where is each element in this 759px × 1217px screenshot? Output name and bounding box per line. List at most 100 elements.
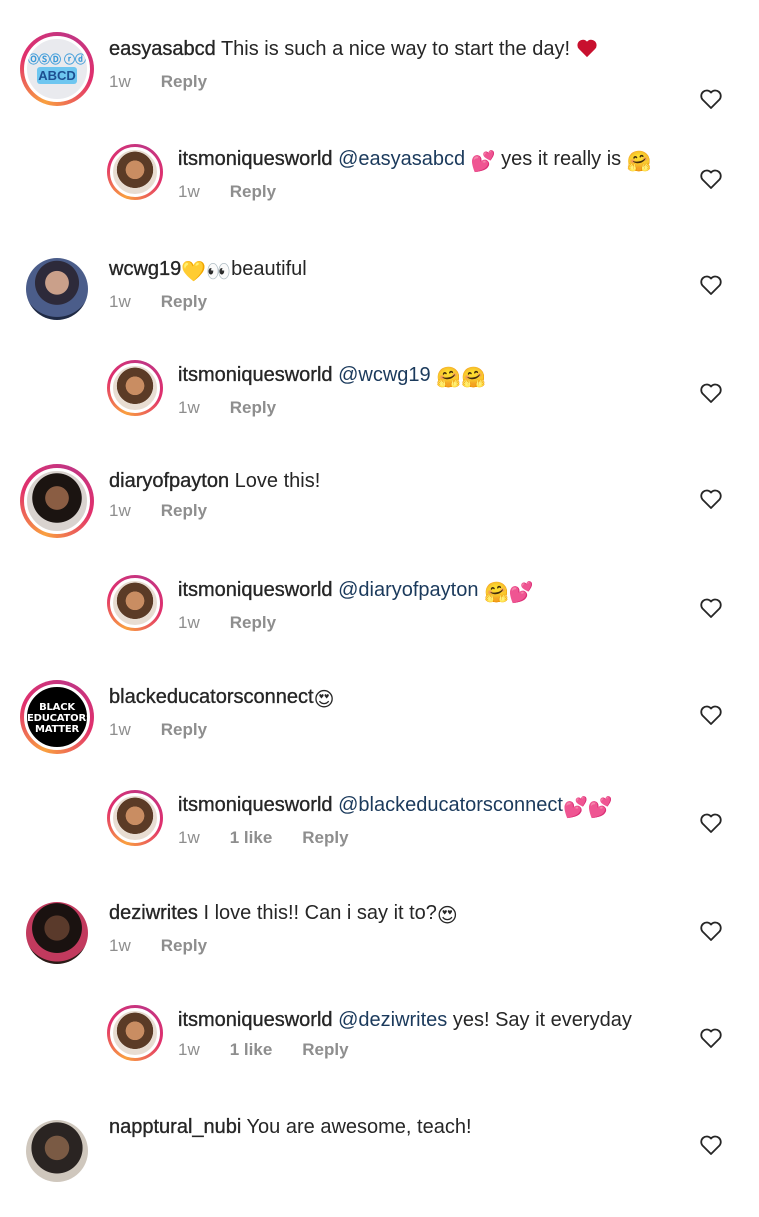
- comment-time: 1w: [109, 72, 131, 91]
- reply-button[interactable]: Reply: [230, 613, 276, 633]
- reply-button[interactable]: Reply: [161, 936, 207, 956]
- comment-mention[interactable]: @blackeducatorsconnect: [338, 794, 563, 816]
- avatar-image: ⓄⓈⒹ ⓡⓓ ABCD: [24, 36, 90, 102]
- comment-text: You are awesome, teach!: [246, 1116, 472, 1138]
- comment-username[interactable]: easyasabcd: [109, 38, 216, 60]
- comment-username[interactable]: deziwrites: [109, 902, 198, 924]
- avatar-image: [26, 258, 88, 320]
- avatar-logo-text: ABCD: [37, 67, 77, 84]
- comment-text: yes! Say it everyday: [452, 1009, 632, 1031]
- reply-button[interactable]: Reply: [161, 720, 207, 740]
- comment-username[interactable]: itsmoniquesworld: [178, 148, 333, 170]
- avatar-logo-text: ⓄⓈⒹ ⓡⓓ: [27, 54, 87, 66]
- comment-time: 1w: [178, 182, 200, 201]
- avatar-image: [26, 902, 88, 964]
- comment-time: 1w: [109, 936, 131, 955]
- comment-username[interactable]: itsmoniquesworld: [178, 579, 333, 601]
- comment-mention[interactable]: @diaryofpayton: [338, 579, 478, 601]
- comment-reply-item: itsmoniquesworld @easyasabcd 💕 yes it re…: [0, 142, 759, 249]
- likes-count[interactable]: 1 like: [230, 828, 273, 848]
- heart-outline-icon[interactable]: [699, 488, 723, 510]
- comment-username[interactable]: blackeducatorsconnect: [109, 686, 314, 708]
- heart-emoji: [576, 38, 598, 65]
- reply-button[interactable]: Reply: [302, 828, 348, 848]
- comment-time: 1w: [109, 292, 131, 311]
- reply-button[interactable]: Reply: [161, 292, 207, 312]
- avatar-logo-text: BLACK EDUCATORS MATTER: [27, 702, 90, 735]
- avatar-image: [110, 578, 160, 628]
- hearts-emoji: 💕: [470, 151, 496, 173]
- avatar-image: [110, 1008, 160, 1058]
- heart-outline-icon[interactable]: [699, 597, 723, 619]
- comment-text: This is such a nice way to start the day…: [220, 38, 570, 60]
- comment-item: BLACK EDUCATORS MATTER blackeducatorsconne…: [0, 680, 759, 787]
- comment-time: 1w: [109, 501, 131, 520]
- comment-username[interactable]: diaryofpayton: [109, 470, 229, 492]
- comment-text: I love this!! Can i say it to?: [203, 902, 437, 924]
- avatar[interactable]: [107, 144, 163, 200]
- avatar[interactable]: [20, 252, 94, 326]
- avatar[interactable]: BLACK EDUCATORS MATTER: [20, 680, 94, 754]
- avatar[interactable]: [20, 464, 94, 538]
- comment-item: deziwrites I love this!! Can i say it to…: [0, 896, 759, 1003]
- heart-outline-icon[interactable]: [699, 1027, 723, 1049]
- comment-time: 1w: [178, 613, 200, 632]
- avatar[interactable]: [107, 360, 163, 416]
- reply-button[interactable]: Reply: [161, 72, 207, 92]
- comment-time: 1w: [109, 720, 131, 739]
- heart-eyes-emoji: 😍: [436, 905, 458, 927]
- comment-item: napptural_nubi You are awesome, teach!: [0, 1110, 759, 1217]
- comment-username[interactable]: itsmoniquesworld: [178, 364, 333, 386]
- comment-username[interactable]: itsmoniquesworld: [178, 1009, 333, 1031]
- comment-reply-item: itsmoniquesworld @deziwrites yes! Say it…: [0, 1003, 759, 1110]
- comment-reply-item: itsmoniquesworld @blackeducatorsconnect💕…: [0, 788, 759, 895]
- likes-count[interactable]: 1 like: [230, 1040, 273, 1060]
- comment-reply-item: itsmoniquesworld @wcwg19 🤗🤗 1w Reply: [0, 358, 759, 465]
- avatar-image: [110, 147, 160, 197]
- comment-username[interactable]: wcwg19: [109, 258, 182, 280]
- avatar[interactable]: [107, 790, 163, 846]
- heart-eyes-emoji: 💛👀: [181, 261, 232, 283]
- avatar-image: [26, 1120, 88, 1182]
- avatar[interactable]: [107, 575, 163, 631]
- comment-item: diaryofpayton Love this! 1w Reply: [0, 464, 759, 571]
- avatar-image: [110, 363, 160, 413]
- comment-mention[interactable]: @deziwrites: [338, 1009, 447, 1031]
- hug-emoji: 🤗🤗: [436, 367, 487, 389]
- comment-item: wcwg19💛👀beautiful 1w Reply: [0, 252, 759, 359]
- reply-button[interactable]: Reply: [230, 398, 276, 418]
- reply-button[interactable]: Reply: [161, 501, 207, 521]
- comment-text: yes it really is: [501, 148, 622, 170]
- comment-mention[interactable]: @easyasabcd: [338, 148, 465, 170]
- heart-outline-icon[interactable]: [699, 88, 723, 110]
- comment-reply-item: itsmoniquesworld @diaryofpayton 🤗💕 1w Rep…: [0, 573, 759, 680]
- reply-button[interactable]: Reply: [302, 1040, 348, 1060]
- avatar[interactable]: [107, 1005, 163, 1061]
- comment-username[interactable]: napptural_nubi: [109, 1116, 242, 1138]
- heart-outline-icon[interactable]: [699, 1134, 723, 1156]
- heart-outline-icon[interactable]: [699, 382, 723, 404]
- comment-mention[interactable]: @wcwg19: [338, 364, 431, 386]
- comment-text: beautiful: [231, 258, 307, 280]
- avatar[interactable]: ⓄⓈⒹ ⓡⓓ ABCD: [20, 32, 94, 106]
- hearts-emoji: 💕💕: [562, 797, 613, 819]
- heart-outline-icon[interactable]: [699, 920, 723, 942]
- heart-outline-icon[interactable]: [699, 168, 723, 190]
- avatar[interactable]: [20, 1114, 94, 1188]
- comment-time: 1w: [178, 828, 200, 847]
- heart-outline-icon[interactable]: [699, 274, 723, 296]
- comment-username[interactable]: itsmoniquesworld: [178, 794, 333, 816]
- avatar-image: [24, 468, 90, 534]
- avatar-image: [110, 793, 160, 843]
- heart-outline-icon[interactable]: [699, 704, 723, 726]
- comment-time: 1w: [178, 398, 200, 417]
- hug-hearts-emoji: 🤗💕: [484, 582, 534, 604]
- avatar-image: BLACK EDUCATORS MATTER: [24, 684, 90, 750]
- comment-item: ⓄⓈⒹ ⓡⓓ ABCD easyasabcd This is such a ni…: [0, 32, 759, 139]
- comment-time: 1w: [178, 1040, 200, 1059]
- heart-eyes-emoji: 😍: [313, 689, 335, 711]
- avatar[interactable]: [20, 896, 94, 970]
- reply-button[interactable]: Reply: [230, 182, 276, 202]
- heart-outline-icon[interactable]: [699, 812, 723, 834]
- comment-text: Love this!: [234, 470, 321, 492]
